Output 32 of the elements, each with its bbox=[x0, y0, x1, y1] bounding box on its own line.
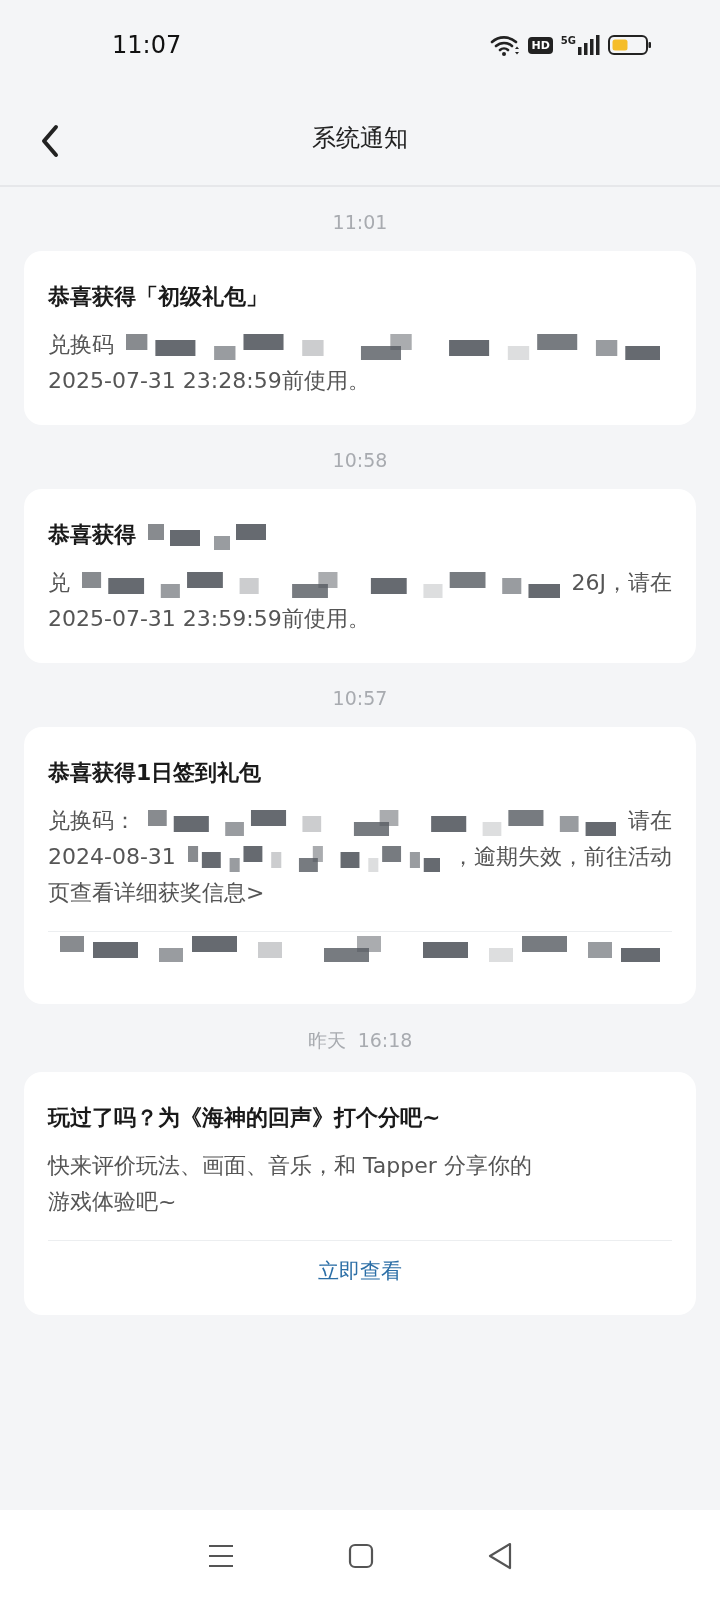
message-text: 2025-07-31 23:59:59前使用。 bbox=[48, 605, 370, 633]
message-text: 2025-07-31 23:28:59前使用。 bbox=[48, 367, 370, 395]
page-title: 系统通知 bbox=[312, 122, 408, 154]
message-text: 快来评价玩法、画面、音乐，和 Tapper 分享你的 bbox=[48, 1152, 532, 1180]
message-text: 兑 bbox=[48, 569, 70, 597]
message-text: 请在 bbox=[628, 807, 672, 835]
hd-badge: HD bbox=[528, 36, 553, 54]
menu-icon bbox=[206, 1542, 235, 1569]
home-icon bbox=[348, 1542, 374, 1569]
message-text: 26J，请在 bbox=[571, 569, 672, 597]
message-text: 2024-08-31 bbox=[48, 843, 176, 871]
back-icon bbox=[40, 124, 60, 158]
message-text: 页查看详细获奖信息> bbox=[48, 879, 265, 907]
view-now-link[interactable]: 立即查看 bbox=[310, 1253, 410, 1289]
message-time: 10:57 bbox=[331, 687, 389, 709]
network-label: 5G bbox=[560, 35, 576, 46]
message-title: 玩过了吗？为《海神的回声》打个分吧~ bbox=[48, 1104, 441, 1132]
message-text: ，逾期失效，前往活动 bbox=[452, 843, 672, 871]
message-text: 兑换码 bbox=[48, 331, 114, 359]
message-title: 恭喜获得1日签到礼包 bbox=[48, 759, 262, 787]
message-text: 兑换码： bbox=[48, 807, 136, 835]
wifi-icon bbox=[490, 33, 521, 57]
signal-icon bbox=[578, 35, 600, 55]
triangle-back-icon bbox=[487, 1541, 514, 1570]
message-time: 10:58 bbox=[331, 449, 389, 471]
message-time: 11:01 bbox=[331, 211, 389, 233]
battery-icon bbox=[608, 34, 652, 56]
message-time: 昨天 16:18 bbox=[306, 1028, 414, 1053]
message-title: 恭喜获得 bbox=[48, 521, 136, 549]
status-time: 11:07 bbox=[112, 31, 183, 59]
message-title: 恭喜获得「初级礼包」 bbox=[48, 283, 268, 311]
message-text: 游戏体验吧~ bbox=[48, 1188, 177, 1216]
